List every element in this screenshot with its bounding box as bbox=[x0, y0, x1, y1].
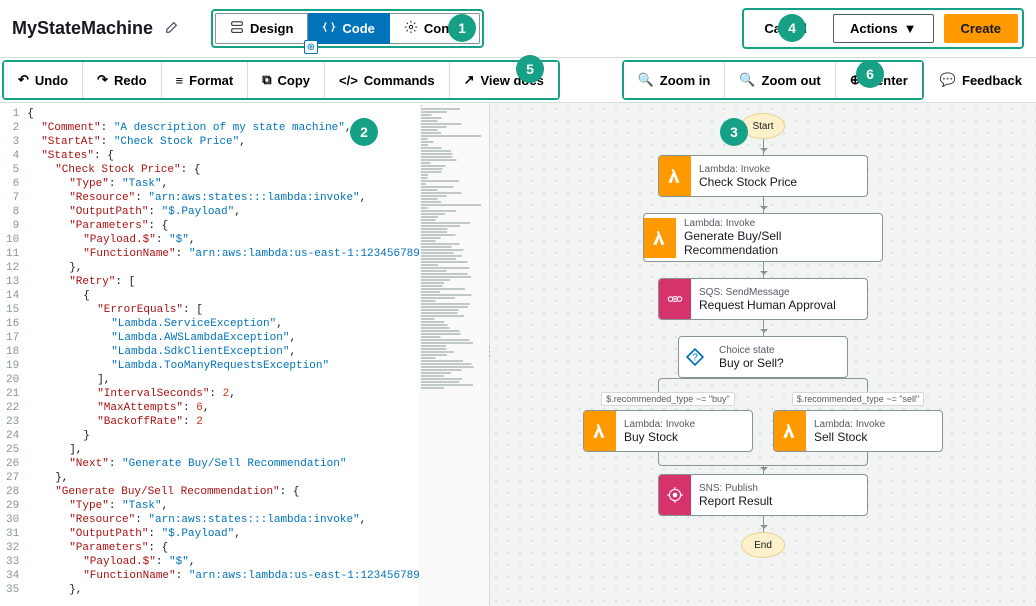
design-icon bbox=[230, 20, 244, 37]
copy-button[interactable]: ⧉ Copy bbox=[248, 62, 325, 98]
choice-icon: ? bbox=[679, 337, 711, 377]
create-button[interactable]: Create bbox=[944, 14, 1018, 43]
commands-button[interactable]: </> Commands bbox=[325, 62, 450, 98]
top-bar: MyStateMachine Design Code Config Cancel… bbox=[0, 0, 1036, 58]
sns-icon bbox=[659, 475, 691, 515]
node-generate-rec[interactable]: Lambda: InvokeGenerate Buy/Sell Recommen… bbox=[643, 213, 883, 262]
lambda-icon bbox=[774, 411, 806, 451]
editor-toolbar: ↶Undo ↷Redo ≡Format ⧉Copy </>Commands ↗V… bbox=[2, 60, 560, 100]
line-gutter: 1234567891011121314151617181920212223242… bbox=[0, 103, 27, 606]
mode-tabs: Design Code Config bbox=[211, 9, 484, 48]
copy-label: Copy bbox=[277, 73, 310, 88]
minimap[interactable] bbox=[419, 103, 489, 606]
lambda-icon bbox=[659, 156, 691, 196]
node-label: Lambda: Invoke bbox=[814, 419, 934, 430]
content: 1234567891011121314151617181920212223242… bbox=[0, 103, 1036, 606]
commands-icon: </> bbox=[339, 73, 358, 88]
graph-toolbar: 🔍Zoom in 🔍Zoom out ⊕Center 💬Feedback bbox=[620, 58, 1036, 102]
edit-title-icon[interactable] bbox=[165, 20, 179, 37]
feedback-icon: 💬 bbox=[940, 72, 956, 88]
node-end[interactable]: End bbox=[741, 532, 785, 558]
caret-down-icon: ▼ bbox=[904, 21, 917, 36]
zoom-out-button[interactable]: 🔍 Zoom out bbox=[725, 62, 835, 98]
callout-6: 6 bbox=[856, 60, 884, 88]
node-title: Buy Stock bbox=[624, 430, 744, 444]
node-start-label: Start bbox=[752, 121, 773, 132]
sqs-icon bbox=[659, 279, 691, 319]
callout-3: 3 bbox=[720, 118, 748, 146]
node-buy-stock[interactable]: Lambda: InvokeBuy Stock bbox=[583, 410, 753, 452]
redo-label: Redo bbox=[114, 73, 147, 88]
tab-design[interactable]: Design bbox=[215, 13, 308, 44]
redo-icon: ↷ bbox=[97, 72, 108, 88]
svg-text:?: ? bbox=[692, 352, 698, 363]
branch-label-sell: $.recommended_type ~= "sell" bbox=[792, 392, 924, 406]
node-label: SNS: Publish bbox=[699, 483, 859, 494]
tab-code[interactable]: Code bbox=[308, 13, 390, 44]
lambda-icon bbox=[584, 411, 616, 451]
undo-icon: ↶ bbox=[18, 72, 29, 88]
actions-label: Actions bbox=[850, 21, 898, 36]
callout-4: 4 bbox=[778, 14, 806, 42]
node-label: Lambda: Invoke bbox=[699, 164, 859, 175]
zoom-in-icon: 🔍 bbox=[638, 72, 654, 88]
branch-label-buy: $.recommended_type ~= "buy" bbox=[601, 392, 734, 406]
gear-icon bbox=[404, 20, 418, 37]
lambda-icon bbox=[644, 218, 676, 258]
undo-button[interactable]: ↶ Undo bbox=[4, 62, 83, 98]
feedback-label: Feedback bbox=[962, 73, 1022, 88]
copy-icon: ⧉ bbox=[262, 72, 271, 88]
add-panel-icon[interactable]: ⊕ bbox=[304, 40, 318, 54]
zoom-out-label: Zoom out bbox=[762, 73, 821, 88]
callout-1: 1 bbox=[448, 14, 476, 42]
code-editor[interactable]: {"Comment": "A description of my state m… bbox=[27, 103, 419, 606]
node-label: Lambda: Invoke bbox=[684, 218, 874, 229]
page-title: MyStateMachine bbox=[12, 18, 153, 39]
actions-dropdown[interactable]: Actions ▼ bbox=[833, 14, 934, 43]
node-title: Report Result bbox=[699, 494, 859, 508]
node-title: Sell Stock bbox=[814, 430, 934, 444]
node-label: SQS: SendMessage bbox=[699, 287, 859, 298]
undo-label: Undo bbox=[35, 73, 68, 88]
node-request-approval[interactable]: SQS: SendMessageRequest Human Approval bbox=[658, 278, 868, 320]
node-report-result[interactable]: SNS: PublishReport Result bbox=[658, 474, 868, 516]
node-choice[interactable]: ? Choice stateBuy or Sell? bbox=[678, 336, 848, 378]
redo-button[interactable]: ↷ Redo bbox=[83, 62, 161, 98]
zoom-in-button[interactable]: 🔍 Zoom in bbox=[624, 62, 726, 98]
graph-pane[interactable]: Start Lambda: InvokeCheck Stock Price La… bbox=[490, 103, 1036, 606]
node-label: Lambda: Invoke bbox=[624, 419, 744, 430]
node-label: Choice state bbox=[719, 345, 839, 356]
node-title: Request Human Approval bbox=[699, 298, 859, 312]
node-title: Generate Buy/Sell Recommendation bbox=[684, 229, 874, 257]
external-link-icon: ↗ bbox=[464, 72, 475, 88]
code-icon bbox=[322, 20, 336, 37]
format-icon: ≡ bbox=[176, 73, 184, 88]
zoom-in-label: Zoom in bbox=[660, 73, 711, 88]
editor-pane: 1234567891011121314151617181920212223242… bbox=[0, 103, 490, 606]
node-title: Check Stock Price bbox=[699, 175, 859, 189]
format-button[interactable]: ≡ Format bbox=[162, 62, 249, 98]
node-end-label: End bbox=[754, 540, 772, 551]
callout-5: 5 bbox=[516, 55, 544, 83]
commands-label: Commands bbox=[364, 73, 435, 88]
feedback-button[interactable]: 💬 Feedback bbox=[926, 58, 1036, 102]
node-check-stock[interactable]: Lambda: InvokeCheck Stock Price bbox=[658, 155, 868, 197]
tab-design-label: Design bbox=[250, 21, 293, 36]
node-title: Buy or Sell? bbox=[719, 356, 839, 370]
callout-2: 2 bbox=[350, 118, 378, 146]
tab-code-label: Code bbox=[342, 21, 375, 36]
format-label: Format bbox=[189, 73, 233, 88]
node-sell-stock[interactable]: Lambda: InvokeSell Stock bbox=[773, 410, 943, 452]
zoom-out-icon: 🔍 bbox=[739, 72, 755, 88]
